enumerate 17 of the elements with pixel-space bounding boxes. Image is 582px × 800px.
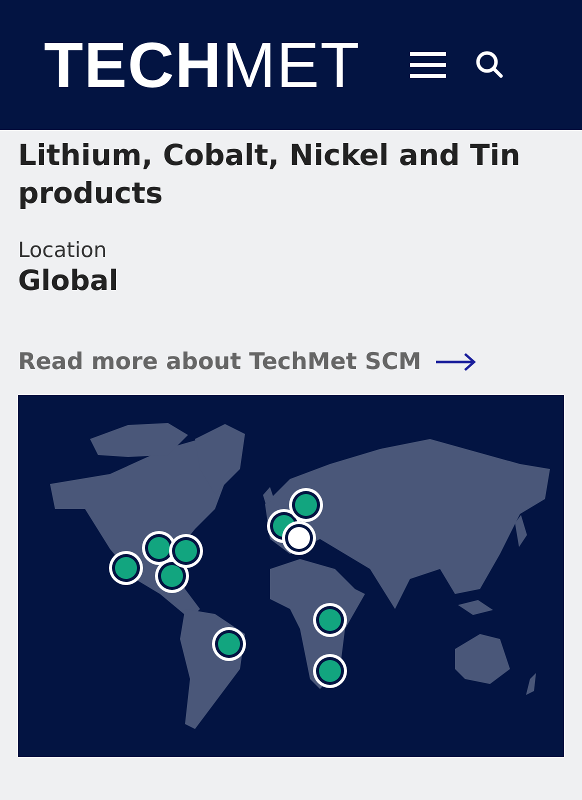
- map-pin[interactable]: [169, 534, 203, 568]
- search-icon[interactable]: [476, 51, 504, 79]
- map-pin[interactable]: [313, 603, 347, 637]
- arrow-icon: [435, 352, 478, 372]
- product-title: Lithium, Cobalt, Nickel and Tin products: [18, 137, 522, 212]
- map-pin[interactable]: [289, 488, 323, 522]
- location-value: Global: [18, 264, 120, 297]
- menu-icon[interactable]: [410, 51, 446, 79]
- map-pin[interactable]: [313, 654, 347, 688]
- landmass: [526, 673, 536, 695]
- location-label: Location: [18, 238, 108, 262]
- read-more-link[interactable]: Read more about TechMet SCM: [18, 349, 478, 375]
- landmass: [455, 634, 510, 684]
- map-pin[interactable]: [212, 627, 246, 661]
- map-pin[interactable]: [282, 521, 316, 555]
- map-pin[interactable]: [109, 551, 143, 585]
- techmet-logo[interactable]: TECHMET: [44, 33, 360, 97]
